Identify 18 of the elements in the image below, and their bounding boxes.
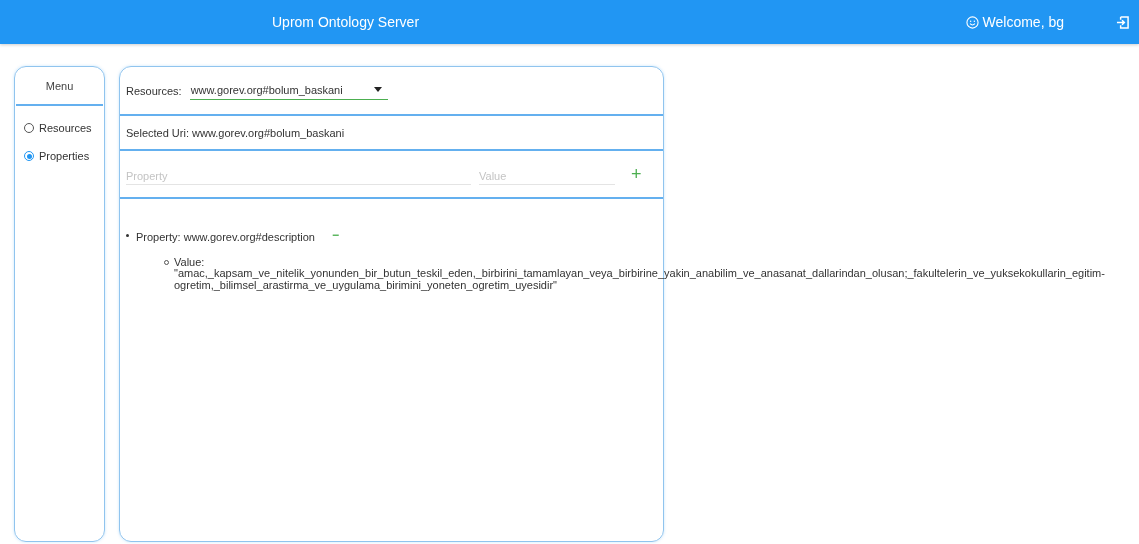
caret-icon bbox=[373, 87, 382, 92]
smiley-icon bbox=[965, 15, 979, 29]
menu-item[interactable]: Properties bbox=[15, 150, 104, 162]
value-text: "amac,_kapsam_ve_nitelik_yonunden_bir_butun_teskil_eden,_birbirini_tamamlayan_veya_birbirine_yakin_anabilim_ve_anasanat_dallarindan_olusan;_fakultelerin_ve_yuksekokullarin_egitim-ogretim,_bilimsel_arastirma_ve_uygulama_birimini_yoneten_ogretim_uyesidir" bbox=[174, 268, 1106, 292]
value-field[interactable]: Value bbox=[479, 167, 615, 185]
property-field[interactable]: Property bbox=[126, 167, 471, 185]
logout-icon[interactable] bbox=[1116, 15, 1129, 29]
menu-title: Menu bbox=[16, 67, 103, 106]
menu-item[interactable]: Resources bbox=[15, 122, 104, 134]
app-title: Uprom Ontology Server bbox=[272, 14, 420, 30]
resource-dropdown[interactable]: www.gorev.org#bolum_baskani bbox=[189, 81, 388, 100]
resources-label: Resources: bbox=[126, 84, 182, 97]
welcome-text: Welcome, bg bbox=[982, 14, 1064, 30]
menu-label: Properties bbox=[39, 150, 90, 162]
menu-label: Resources bbox=[39, 122, 92, 134]
value-label: Value: bbox=[174, 256, 206, 268]
selected-uri: Selected Uri: www.gorev.org#bolum_baskani bbox=[126, 126, 345, 139]
property-name: Property: www.gorev.org#description bbox=[136, 231, 315, 243]
